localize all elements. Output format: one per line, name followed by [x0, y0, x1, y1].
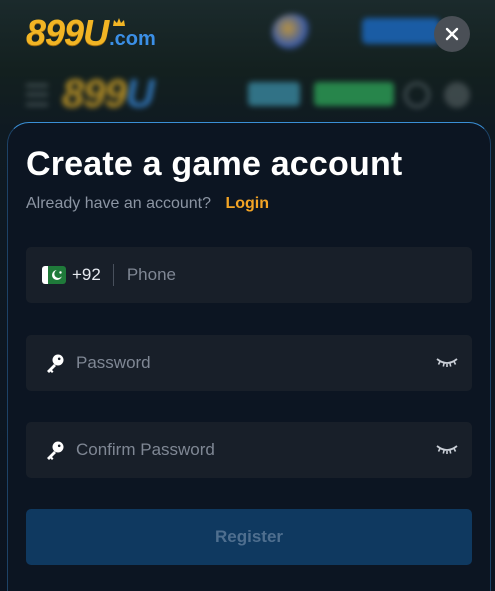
blurred-login-button [248, 82, 300, 106]
modal-title: Create a game account [26, 145, 403, 183]
blurred-top-button [362, 18, 440, 44]
login-prompt-text: Already have an account? [26, 195, 212, 212]
password-field [26, 335, 472, 391]
login-link[interactable]: Login [225, 195, 269, 212]
site-logo: 899U .com [26, 12, 156, 56]
blurred-logo: 899U [62, 72, 155, 116]
close-button[interactable] [434, 16, 470, 52]
key-icon [44, 352, 68, 374]
blurred-register-button [314, 82, 394, 106]
key-icon [44, 439, 68, 461]
logo-domain-label: .com [109, 28, 156, 50]
country-code[interactable]: +92 [72, 265, 101, 285]
logo-main-text: 899U [26, 12, 109, 53]
register-modal: Create a game account Already have an ac… [7, 122, 491, 591]
pakistan-flag-icon[interactable] [42, 266, 66, 284]
crown-icon [113, 18, 126, 26]
blurred-menu-icon [26, 84, 48, 106]
blurred-search-icon [404, 82, 430, 108]
register-button[interactable]: Register [26, 509, 472, 565]
close-icon [445, 27, 459, 41]
eye-closed-icon[interactable] [436, 355, 458, 369]
page-background: 899U 899U .com Create a game account Alr… [0, 0, 495, 591]
crescent-star-icon [52, 269, 63, 280]
field-divider [112, 264, 114, 286]
eye-closed-icon[interactable] [436, 442, 458, 456]
blurred-avatar-icon [444, 82, 470, 108]
phone-input[interactable] [126, 265, 427, 285]
confirm-password-input[interactable] [76, 440, 416, 460]
logo-domain-text: .com [109, 18, 156, 51]
blurred-promo-image [272, 14, 312, 50]
confirm-password-field [26, 422, 472, 478]
login-prompt: Already have an account? Login [26, 195, 269, 213]
password-input[interactable] [76, 353, 416, 373]
phone-field: +92 [26, 247, 472, 303]
